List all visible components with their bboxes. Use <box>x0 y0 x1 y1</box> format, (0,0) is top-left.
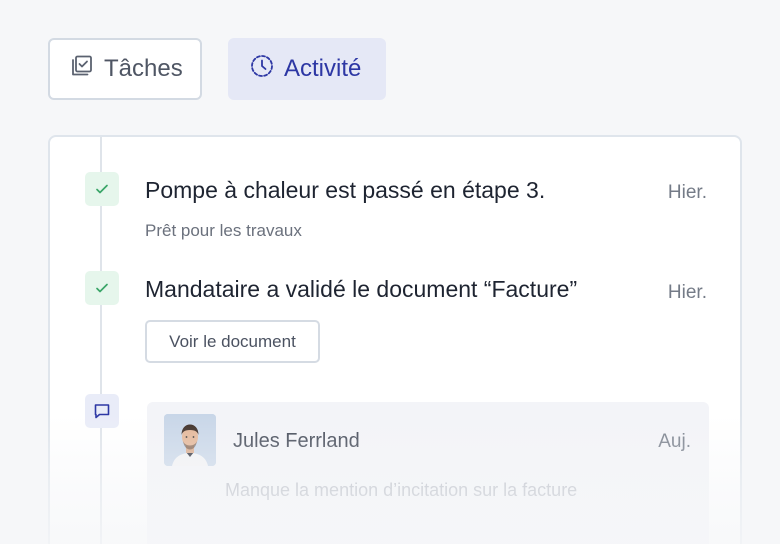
event-time: Hier. <box>667 182 707 203</box>
avatar <box>164 414 216 466</box>
check-icon <box>85 271 119 305</box>
activity-card: Pompe à chaleur est passé en étape 3. Hi… <box>48 135 742 544</box>
comment-box: Jules Ferrland Auj. Manque la mention d’… <box>147 402 709 544</box>
event-title: Pompe à chaleur est passé en étape 3. <box>145 177 546 203</box>
comment-time: Auj. <box>658 431 691 452</box>
tab-taches-label: Tâches <box>104 55 183 82</box>
clock-icon <box>250 54 274 85</box>
comment-icon <box>85 394 119 428</box>
event-title: Mandataire a validé le document “Facture… <box>145 276 578 302</box>
checkbox-list-icon <box>70 54 94 85</box>
tab-taches[interactable]: Tâches <box>48 38 202 100</box>
tab-bar: Tâches Activité <box>48 38 386 100</box>
view-document-button[interactable]: Voir le document <box>145 320 320 363</box>
check-icon <box>85 172 119 206</box>
comment-text: Manque la mention d’incitation sur la fa… <box>225 480 578 500</box>
comment-author: Jules Ferrland <box>233 430 360 452</box>
event-subtitle: Prêt pour les travaux <box>145 221 302 240</box>
tab-activite-label: Activité <box>284 55 362 82</box>
event-time: Hier. <box>667 282 707 303</box>
tab-activite[interactable]: Activité <box>228 38 386 100</box>
